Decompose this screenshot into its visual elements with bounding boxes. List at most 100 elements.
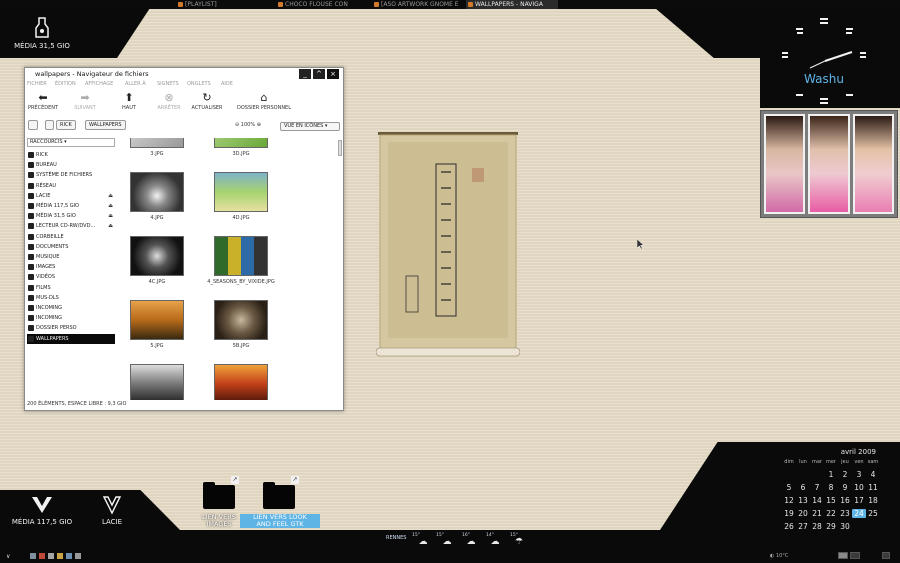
file-thumbnail[interactable]: [130, 300, 184, 340]
calendar-day[interactable]: 5: [782, 483, 796, 492]
calendar-day[interactable]: 15: [824, 496, 838, 505]
home-button[interactable]: ⌂ DOSSIER PERSONNEL: [229, 91, 299, 111]
menu-edit[interactable]: ÉDITION: [55, 81, 76, 87]
file-thumbnail[interactable]: [214, 364, 268, 400]
file-label[interactable]: 5B.JPG: [206, 343, 276, 349]
file-thumbnail[interactable]: [214, 172, 268, 212]
show-desktop-button[interactable]: [882, 552, 890, 559]
sidebar-item-images[interactable]: IMAGES: [27, 262, 115, 272]
sidebar-item-m-dia-31-5-gio[interactable]: MÉDIA 31,5 GIO ⏏: [27, 211, 115, 221]
file-thumbnail[interactable]: [214, 236, 268, 276]
sidebar-item-films[interactable]: FILMS: [27, 283, 115, 293]
scrollbar-thumb[interactable]: [338, 140, 342, 156]
folder-link-images-icon[interactable]: [203, 482, 235, 509]
sidebar-item-m-dia-117-5-gio[interactable]: MÉDIA 117,5 GIO ⏏: [27, 201, 115, 211]
calendar-day[interactable]: 23: [838, 509, 852, 518]
file-label[interactable]: 4.JPG: [122, 215, 192, 221]
calendar-day[interactable]: 12: [782, 496, 796, 505]
sidebar-item-r-seau[interactable]: RÉSEAU: [27, 181, 115, 191]
zoom-control[interactable]: ⊖ 100% ⊕: [235, 122, 261, 128]
calendar-day[interactable]: 20: [796, 509, 810, 518]
minimize-icon[interactable]: _: [299, 69, 311, 79]
calendar-day[interactable]: 7: [810, 483, 824, 492]
calendar-day[interactable]: 18: [866, 496, 880, 505]
sidebar-item-bureau[interactable]: BUREAU: [27, 160, 115, 170]
file-view[interactable]: 3.JPG 3D.JPG 4.JPG 4D.JPG 4C.JPG 4_SEASONS_BY…: [119, 138, 343, 400]
calendar-day[interactable]: 6: [796, 483, 810, 492]
sidebar-item-musique[interactable]: MUSIQUE: [27, 252, 115, 262]
drive-logo-icon[interactable]: [30, 494, 54, 516]
menu-view[interactable]: AFFICHAGE: [85, 81, 113, 87]
lacie-drive-icon[interactable]: [102, 494, 122, 516]
calendar-day[interactable]: 19: [782, 509, 796, 518]
file-thumbnail[interactable]: [130, 364, 184, 400]
eject-icon[interactable]: ⏏: [108, 201, 113, 211]
menu-go[interactable]: ALLER À: [125, 81, 146, 87]
file-label[interactable]: 4C.JPG: [122, 279, 192, 285]
launcher-mail-icon[interactable]: [66, 553, 72, 559]
menu-tabs[interactable]: ONGLETS: [187, 81, 211, 87]
task-file-manager[interactable]: WALLPAPERS - NAVIGA: [466, 0, 558, 9]
file-thumbnail[interactable]: [130, 138, 184, 148]
forward-button[interactable]: ➡ SUIVANT: [63, 91, 107, 111]
file-label[interactable]: 4_SEASONS_BY_VIXIDE.JPG: [206, 279, 276, 285]
launcher-terminal-icon[interactable]: [48, 553, 54, 559]
weather-widget[interactable]: RENNES ☁ 15° ☁ 15° ☁ 16° ☁ 14° ☂ 15°: [378, 533, 538, 553]
eject-icon[interactable]: ⏏: [108, 191, 113, 201]
close-icon[interactable]: ×: [327, 69, 339, 79]
launcher-folder-icon[interactable]: [57, 553, 63, 559]
sidebar-item-lecteur-cd-rw-dvd[interactable]: LECTEUR CD-RW/DVD... ⏏: [27, 221, 115, 231]
file-label[interactable]: 3.JPG: [122, 151, 192, 157]
launcher-browser-icon[interactable]: [39, 553, 45, 559]
file-thumbnail[interactable]: [130, 236, 184, 276]
window-titlebar[interactable]: wallpapers - Navigateur de fichiers _ ^ …: [25, 68, 343, 80]
toggle-path-icon[interactable]: [28, 120, 38, 130]
calendar-day[interactable]: 30: [838, 522, 852, 531]
launcher-settings-icon[interactable]: [75, 553, 81, 559]
file-label[interactable]: 5.JPG: [122, 343, 192, 349]
eject-icon[interactable]: ⏏: [108, 211, 113, 221]
menu-chevron-icon[interactable]: ∨: [6, 553, 10, 560]
calendar-day[interactable]: 22: [824, 509, 838, 518]
calendar-day[interactable]: 10: [852, 483, 866, 492]
calendar-day[interactable]: 24: [852, 509, 866, 518]
file-thumbnail[interactable]: [214, 300, 268, 340]
sidebar-item-corbeille[interactable]: CORBEILLE: [27, 232, 115, 242]
sidebar-item-lacie[interactable]: LACIE ⏏: [27, 191, 115, 201]
calendar-day[interactable]: 26: [782, 522, 796, 531]
up-button[interactable]: ⬆ HAUT: [107, 91, 151, 111]
crumb-back-icon[interactable]: [45, 120, 54, 130]
file-label[interactable]: 3D.JPG: [206, 151, 276, 157]
back-button[interactable]: ⬅ PRÉCÉDENT: [21, 91, 65, 111]
calendar-day[interactable]: 17: [852, 496, 866, 505]
workspace-1[interactable]: [838, 552, 848, 559]
file-manager-window[interactable]: wallpapers - Navigateur de fichiers _ ^ …: [24, 67, 344, 411]
task-gnome-art[interactable]: [ASO ARTWORK GNOME E: [372, 0, 462, 9]
calendar-day[interactable]: 21: [810, 509, 824, 518]
zoom-in-icon[interactable]: ⊕: [257, 122, 261, 128]
menu-bookmarks[interactable]: SIGNETS: [157, 81, 179, 87]
photo-frame-widget[interactable]: [760, 110, 898, 218]
file-thumbnail[interactable]: [130, 172, 184, 212]
refresh-button[interactable]: ↻ ACTUALISER: [185, 91, 229, 111]
sidebar-item-vid-os[interactable]: VIDÉOS: [27, 272, 115, 282]
calendar-day[interactable]: 11: [866, 483, 880, 492]
sidebar-item-documents[interactable]: DOCUMENTS: [27, 242, 115, 252]
calendar-day[interactable]: 29: [824, 522, 838, 531]
calendar-day[interactable]: 4: [866, 470, 880, 479]
sidebar-header-select[interactable]: RACCOURCIS ▾: [27, 138, 115, 147]
task-browser[interactable]: CHOCO FLOUSE CON: [276, 0, 366, 9]
crumb-rick[interactable]: RICK: [56, 120, 76, 130]
sidebar-item-wallpapers[interactable]: WALLPAPERS: [27, 333, 115, 344]
calendar-day[interactable]: 13: [796, 496, 810, 505]
launcher-app-icon[interactable]: [30, 553, 36, 559]
task-playlist[interactable]: [PLAYLIST]: [176, 0, 266, 9]
file-thumbnail[interactable]: [214, 138, 268, 148]
desktop-folder-label-gtk[interactable]: LIEN VERS LOOK AND FEEL GTK: [240, 514, 320, 528]
zoom-out-icon[interactable]: ⊖: [235, 122, 239, 128]
sidebar-item-syst-me-de-fichiers[interactable]: SYSTÈME DE FICHIERS: [27, 170, 115, 180]
workspace-2[interactable]: [850, 552, 860, 559]
calendar-day[interactable]: 2: [838, 470, 852, 479]
calendar-day[interactable]: 25: [866, 509, 880, 518]
calendar-day[interactable]: 27: [796, 522, 810, 531]
